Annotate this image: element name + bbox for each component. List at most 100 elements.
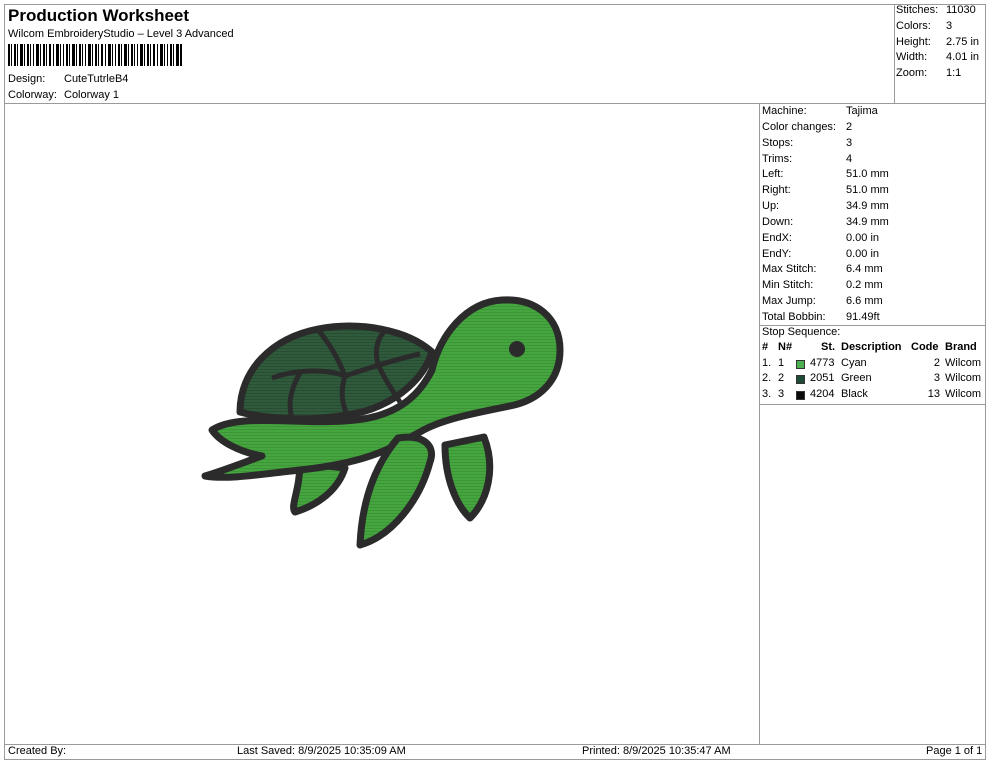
info-label: EndY: — [762, 247, 792, 260]
row-code: 2 — [933, 356, 940, 369]
info-value: 3 — [846, 136, 853, 149]
row-num: 1. — [762, 356, 772, 369]
machine-info: Machine: Tajima Color changes: 2 Stops: 3 T… — [762, 105, 889, 327]
row-n: 2 — [778, 372, 785, 385]
info-value: 34.9 mm — [846, 215, 889, 228]
col-st: St. — [821, 341, 836, 353]
turtle-eye — [509, 341, 525, 357]
design-row: Design: CuteTutrleB4 — [8, 73, 128, 85]
info-row: Left: 51.0 mm — [762, 168, 889, 184]
col-n: N# — [778, 341, 793, 353]
row-description: Green — [841, 372, 872, 385]
info-label: Down: — [762, 215, 794, 228]
stat-row: Width: 4.01 in — [896, 51, 979, 67]
info-value: 91.49ft — [846, 310, 880, 323]
stat-row: Zoom: 1:1 — [896, 67, 979, 83]
info-value: 34.9 mm — [846, 200, 889, 213]
stop-sequence-title: Stop Sequence: — [762, 326, 841, 338]
row-brand: Wilcom — [945, 372, 982, 385]
info-label: Up: — [762, 200, 780, 213]
page-title: Production Worksheet — [8, 6, 190, 25]
info-row: Up: 34.9 mm — [762, 200, 889, 216]
row-brand: Wilcom — [945, 388, 982, 401]
footer-divider — [4, 744, 986, 745]
row-description: Cyan — [841, 356, 867, 369]
info-value: 6.6 mm — [846, 295, 883, 308]
stat-value: 4.01 in — [946, 51, 980, 64]
panel-divider — [759, 103, 760, 744]
info-label: Max Stitch: — [762, 263, 817, 276]
row-st: 4773 — [810, 356, 835, 369]
info-row: Total Bobbin: 91.49ft — [762, 311, 889, 327]
info-value: 51.0 mm — [846, 168, 889, 181]
info-value: 0.00 in — [846, 247, 880, 260]
info-value: 51.0 mm — [846, 184, 889, 197]
software-name: Wilcom EmbroideryStudio – Level 3 Advanc… — [8, 28, 234, 40]
stat-label: Stitches: — [896, 4, 939, 16]
info-label: Stops: — [762, 136, 794, 149]
info-row: Color changes: 2 — [762, 121, 889, 137]
row-st: 4204 — [810, 388, 835, 401]
stat-value: 2.75 in — [946, 35, 980, 48]
color-swatch — [796, 359, 805, 369]
info-row: EndY: 0.00 in — [762, 248, 889, 264]
info-label: Left: — [762, 168, 784, 181]
info-value: 2 — [846, 120, 853, 133]
row-n: 3 — [778, 388, 785, 401]
info-row: Max Jump: 6.6 mm — [762, 295, 889, 311]
printed-date: Printed: 8/9/2025 10:35:47 AM — [582, 745, 731, 757]
info-row: Min Stitch: 0.2 mm — [762, 279, 889, 295]
info-label: Machine: — [762, 105, 807, 117]
barcode — [8, 44, 182, 66]
col-code: Code — [911, 341, 939, 353]
last-saved: Last Saved: 8/9/2025 10:35:09 AM — [237, 745, 406, 757]
stat-label: Height: — [896, 35, 931, 48]
stat-label: Width: — [896, 51, 928, 64]
info-row: Stops: 3 — [762, 137, 889, 153]
color-swatch — [796, 375, 805, 385]
turtle-design — [201, 296, 564, 549]
stat-value: 1:1 — [946, 67, 962, 80]
page-number: Page 1 of 1 — [926, 745, 983, 757]
stat-row: Stitches: 11030 — [896, 4, 979, 20]
info-value: 6.4 mm — [846, 263, 883, 276]
stat-label: Colors: — [896, 19, 931, 32]
row-code: 3 — [933, 372, 940, 385]
info-value: Tajima — [846, 105, 878, 117]
stat-row: Height: 2.75 in — [896, 36, 979, 52]
stats-divider — [894, 4, 895, 104]
header-divider — [4, 103, 986, 104]
stat-label: Zoom: — [896, 67, 928, 80]
row-brand: Wilcom — [945, 356, 982, 369]
colorway-value: Colorway 1 — [64, 89, 120, 101]
info-label: Color changes: — [762, 120, 836, 133]
info-label: EndX: — [762, 231, 792, 244]
row-n: 1 — [778, 356, 785, 369]
info-row: Machine: Tajima — [762, 105, 889, 121]
design-value: CuteTutrleB4 — [64, 73, 129, 85]
col-description: Description — [841, 341, 902, 353]
row-code: 13 — [927, 388, 940, 401]
info-row: EndX: 0.00 in — [762, 232, 889, 248]
info-label: Max Jump: — [762, 295, 816, 308]
col-brand: Brand — [945, 341, 977, 353]
info-row: Down: 34.9 mm — [762, 216, 889, 232]
row-num: 3. — [762, 388, 772, 401]
colorway-row: Colorway: Colorway 1 — [8, 89, 119, 101]
color-swatch — [796, 391, 805, 401]
info-row: Trims: 4 — [762, 153, 889, 169]
design-stats: Stitches: 11030 Colors: 3 Height: 2.75 in W… — [896, 4, 979, 83]
info-row: Right: 51.0 mm — [762, 184, 889, 200]
stat-row: Colors: 3 — [896, 20, 979, 36]
row-description: Black — [841, 388, 868, 401]
info-value: 0.2 mm — [846, 279, 883, 292]
info-value: 4 — [846, 152, 853, 165]
design-label: Design: — [8, 73, 46, 85]
created-by: Created By: — [8, 745, 67, 757]
sequence-bottom-divider — [759, 404, 986, 405]
info-row: Max Stitch: 6.4 mm — [762, 263, 889, 279]
design-preview — [201, 296, 564, 549]
info-label: Right: — [762, 184, 791, 197]
info-label: Total Bobbin: — [762, 310, 826, 323]
row-num: 2. — [762, 372, 772, 385]
